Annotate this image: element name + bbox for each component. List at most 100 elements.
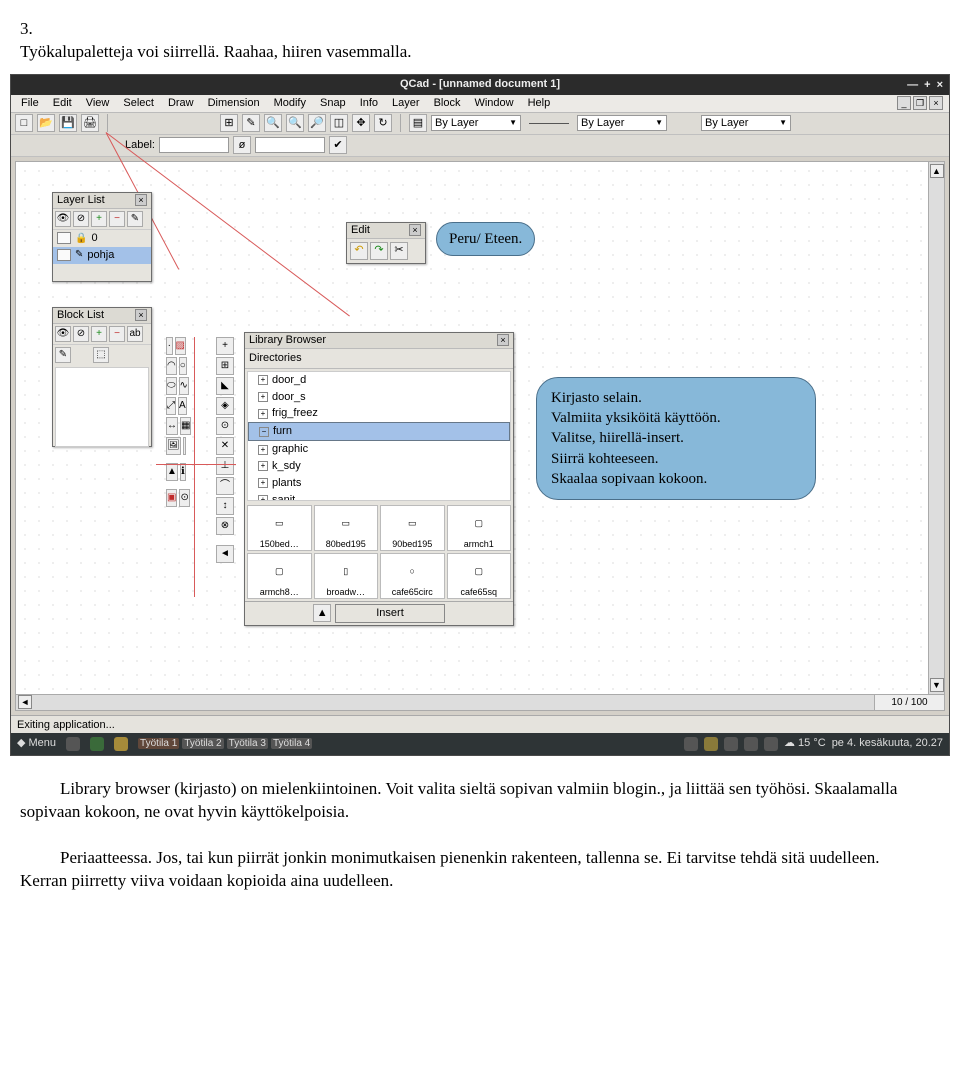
diameter-button[interactable]: ø [233,136,251,154]
circle-tool[interactable]: ○ [179,357,187,375]
layer-list-panel[interactable]: Layer List × 👁 ⊘ + − ✎ 🔒 0 ✎ pohj [52,192,152,282]
snap-perp-tool[interactable]: ⊥ [216,457,234,475]
lock-icon[interactable] [704,737,718,751]
expand-icon[interactable]: + [258,375,268,385]
snap-grid-tool[interactable]: ⊞ [216,357,234,375]
pan-button[interactable]: ✥ [352,114,370,132]
cut-button[interactable]: ✂ [390,242,408,260]
library-thumb[interactable]: ▭90bed195 [380,505,445,551]
dimension-tool[interactable]: ↔ [166,417,178,435]
network-icon[interactable] [724,737,738,751]
app-shortcut-icon[interactable] [90,737,104,751]
tree-item[interactable]: +graphic [248,441,510,458]
new-button[interactable]: □ [15,114,33,132]
spline-tool[interactable]: ∿ [179,377,189,395]
remove-icon[interactable]: − [109,211,125,227]
tree-item[interactable]: +plants [248,475,510,492]
snap-grid-button[interactable]: ⊞ [220,114,238,132]
menu-edit[interactable]: Edit [47,96,78,111]
tray-icon[interactable] [684,737,698,751]
expand-icon[interactable]: + [258,495,268,501]
app-shortcut-icon[interactable] [66,737,80,751]
point-tool[interactable]: · [166,337,173,355]
scrollbar-horizontal[interactable]: ◄ ► [16,694,926,710]
snap-free-tool[interactable]: + [216,337,234,355]
linetype-combo[interactable]: By Layer ▼ [431,115,521,131]
modify-tool[interactable]: ▲ [166,463,178,481]
add-icon[interactable]: + [91,211,107,227]
library-up-button[interactable]: ▲ [313,604,331,622]
start-menu-button[interactable]: ◆ Menu [17,736,56,751]
snap-inter-tool[interactable]: ✕ [216,437,234,455]
redo-button[interactable]: ↷ [370,242,388,260]
tree-item[interactable]: +k_sdy [248,458,510,475]
remove-icon[interactable]: − [109,326,125,342]
tree-item[interactable]: +door_s [248,389,510,406]
expand-icon[interactable]: + [258,461,268,471]
snap-tool[interactable]: ⊙ [179,489,189,507]
tree-item[interactable]: +door_d [248,372,510,389]
mdi-close-icon[interactable]: × [929,96,943,110]
workspace-3[interactable]: Työtila 3 [227,738,268,749]
snap-mid-tool[interactable]: ◈ [216,397,234,415]
menu-help[interactable]: Help [522,96,557,111]
close-icon[interactable]: × [937,78,943,93]
menu-snap[interactable]: Snap [314,96,352,111]
expand-icon[interactable]: + [258,478,268,488]
layer-row[interactable]: 🔒 0 [53,230,151,247]
image-tool[interactable]: 🖼 [166,437,181,455]
menu-info[interactable]: Info [354,96,384,111]
tree-item[interactable]: +frig_freez [248,405,510,422]
visibility-icon[interactable] [57,232,71,244]
menu-file[interactable]: File [15,96,45,111]
weather-widget[interactable]: ☁ 15 °C [784,736,826,751]
snap-center-tool[interactable]: ⊙ [216,417,234,435]
apply-button[interactable]: ✔ [329,136,347,154]
expand-icon[interactable]: + [258,409,268,419]
clock[interactable]: pe 4. kesäkuuta, 20.27 [832,736,943,751]
add-icon[interactable]: + [91,326,107,342]
scroll-down-icon[interactable]: ▼ [930,678,944,692]
rename-icon[interactable]: ab [127,326,143,342]
workspace-2[interactable]: Työtila 2 [182,738,223,749]
redraw-button[interactable]: ↻ [374,114,392,132]
app-shortcut-icon[interactable] [114,737,128,751]
blank-tool[interactable] [183,437,186,455]
edit-icon[interactable]: ✎ [127,211,143,227]
menu-dimension[interactable]: Dimension [202,96,266,111]
maximize-icon[interactable]: + [924,78,930,93]
library-thumb[interactable]: ▢cafe65sq [447,553,512,599]
ellipse-tool[interactable]: ⬭ [166,377,177,395]
minimize-icon[interactable]: — [907,78,918,93]
menu-modify[interactable]: Modify [268,96,312,111]
back-tool[interactable]: ◄ [216,545,234,563]
eye-icon[interactable]: 👁 [55,326,71,342]
workspace-1[interactable]: Työtila 1 [138,738,179,749]
scrollbar-vertical[interactable]: ▲ ▼ [928,162,944,694]
layer-button[interactable]: ▤ [409,114,427,132]
scroll-left-icon[interactable]: ◄ [18,695,32,709]
insert-button[interactable]: Insert [335,604,445,623]
eye-icon[interactable]: 👁 [55,211,71,227]
zoom-auto-button[interactable]: 🔎 [308,114,326,132]
library-thumb[interactable]: ▢armch8… [247,553,312,599]
layer-row[interactable]: ✎ pohja [53,247,151,264]
lineweight-combo[interactable]: By Layer ▼ [577,115,667,131]
library-thumb[interactable]: ▭150bed… [247,505,312,551]
select-tool[interactable]: ▣ [166,489,177,507]
battery-icon[interactable] [764,737,778,751]
snap-end-button[interactable]: ✎ [242,114,260,132]
collapse-icon[interactable]: − [259,427,269,437]
menu-view[interactable]: View [80,96,116,111]
tree-item-selected[interactable]: −furn [248,422,510,441]
snap-dist-tool[interactable]: ↕ [216,497,234,515]
color-combo[interactable]: By Layer ▼ [701,115,791,131]
line-tool[interactable]: ▨ [175,337,186,355]
hatch-tool[interactable]: ▦ [180,417,191,435]
panel-close-icon[interactable]: × [135,309,147,321]
hide-icon[interactable]: ⊘ [73,211,89,227]
save-button[interactable]: 💾 [59,114,77,132]
polyline-tool[interactable]: ⤢ [166,397,176,415]
block-list-panel[interactable]: Block List × 👁 ⊘ + − ab ✎ ⬚ [52,307,152,447]
expand-icon[interactable]: + [258,445,268,455]
